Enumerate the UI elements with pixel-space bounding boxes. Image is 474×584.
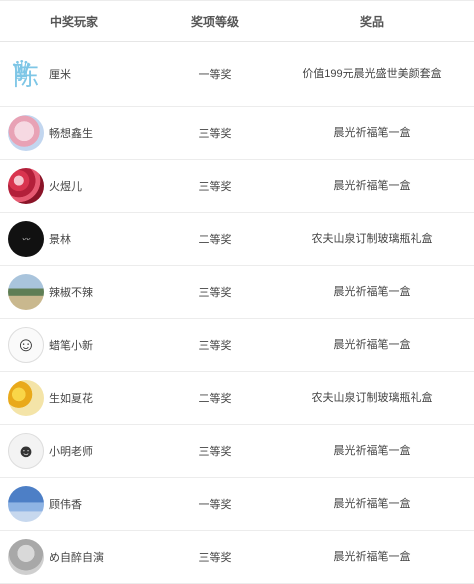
- player-name[interactable]: 蜡笔小新: [49, 337, 93, 353]
- calligraphy-icon: 〰: [21, 234, 31, 244]
- prize-name: 晨光祈福笔一盒: [333, 497, 411, 510]
- avatar[interactable]: ☻: [8, 433, 44, 469]
- player-name[interactable]: 生如夏花: [49, 390, 93, 406]
- player-name[interactable]: 顾伟香: [49, 496, 82, 512]
- table-row: 顾伟香 一等奖 晨光祈福笔一盒: [0, 478, 474, 531]
- prize-name: 价值199元晨光盛世美颜套盒: [302, 67, 442, 80]
- player-name[interactable]: め自醉自演: [49, 549, 104, 565]
- girl-icon: ☻: [16, 440, 36, 461]
- header-level: 奖项等级: [190, 14, 239, 29]
- prize-level: 三等奖: [198, 128, 232, 140]
- player-name[interactable]: 厘米: [49, 66, 71, 82]
- avatar[interactable]: [8, 486, 44, 522]
- prize-level: 一等奖: [198, 499, 232, 511]
- player-name[interactable]: 小明老师: [49, 443, 93, 459]
- table-row: 火煜儿 三等奖 晨光祈福笔一盒: [0, 160, 474, 213]
- player-name[interactable]: 火煜儿: [49, 178, 82, 194]
- prize-level: 三等奖: [198, 446, 232, 458]
- prize-name: 农夫山泉订制玻璃瓶礼盒: [311, 391, 433, 404]
- table-row: め自醉自演 三等奖 晨光祈福笔一盒: [0, 531, 474, 584]
- prize-level: 三等奖: [198, 287, 232, 299]
- player-name[interactable]: 辣椒不辣: [49, 284, 93, 300]
- player-name[interactable]: 景林: [49, 231, 71, 247]
- prize-name: 晨光祈福笔一盒: [333, 179, 411, 192]
- prize-name: 晨光祈福笔一盒: [333, 126, 411, 139]
- table-row: 〰 景林 二等奖 农夫山泉订制玻璃瓶礼盒: [0, 213, 474, 266]
- avatar[interactable]: [8, 115, 44, 151]
- table-row: 生如夏花 二等奖 农夫山泉订制玻璃瓶礼盒: [0, 372, 474, 425]
- prize-name: 农夫山泉订制玻璃瓶礼盒: [311, 232, 433, 245]
- table-row: 畅想鑫生 三等奖 晨光祈福笔一盒: [0, 107, 474, 160]
- prize-level: 三等奖: [198, 181, 232, 193]
- prize-level: 二等奖: [198, 234, 232, 246]
- avatar[interactable]: [8, 168, 44, 204]
- player-name[interactable]: 畅想鑫生: [49, 125, 93, 141]
- prize-level: 三等奖: [198, 340, 232, 352]
- avatar[interactable]: [8, 539, 44, 575]
- table-row: ☻ 小明老师 三等奖 晨光祈福笔一盒: [0, 425, 474, 478]
- header-player: 中奖玩家: [50, 15, 99, 29]
- winners-table: 中奖玩家 奖项等级 奖品 ♛ 陈 厘米 一等奖 价值199元晨光盛世美颜套盒 畅想…: [0, 0, 474, 584]
- prize-level: 一等奖: [198, 69, 232, 81]
- avatar[interactable]: [8, 380, 44, 416]
- avatar[interactable]: 〰: [8, 221, 44, 257]
- prize-level: 二等奖: [198, 393, 232, 405]
- prize-level: 三等奖: [198, 552, 232, 564]
- prize-name: 晨光祈福笔一盒: [333, 338, 411, 351]
- crown-icon: ♛: [10, 56, 34, 86]
- avatar[interactable]: ☺: [8, 327, 44, 363]
- table-header: 中奖玩家 奖项等级 奖品: [0, 0, 474, 42]
- avatar[interactable]: [8, 274, 44, 310]
- prize-name: 晨光祈福笔一盒: [333, 444, 411, 457]
- table-row: ♛ 陈 厘米 一等奖 价值199元晨光盛世美颜套盒: [0, 42, 474, 107]
- prize-name: 晨光祈福笔一盒: [333, 550, 411, 563]
- table-row: ☺ 蜡笔小新 三等奖 晨光祈福笔一盒: [0, 319, 474, 372]
- table-row: 辣椒不辣 三等奖 晨光祈福笔一盒: [0, 266, 474, 319]
- prize-name: 晨光祈福笔一盒: [333, 285, 411, 298]
- avatar[interactable]: ♛ 陈: [8, 56, 44, 92]
- header-prize: 奖品: [359, 14, 384, 29]
- face-icon: ☺: [15, 333, 37, 356]
